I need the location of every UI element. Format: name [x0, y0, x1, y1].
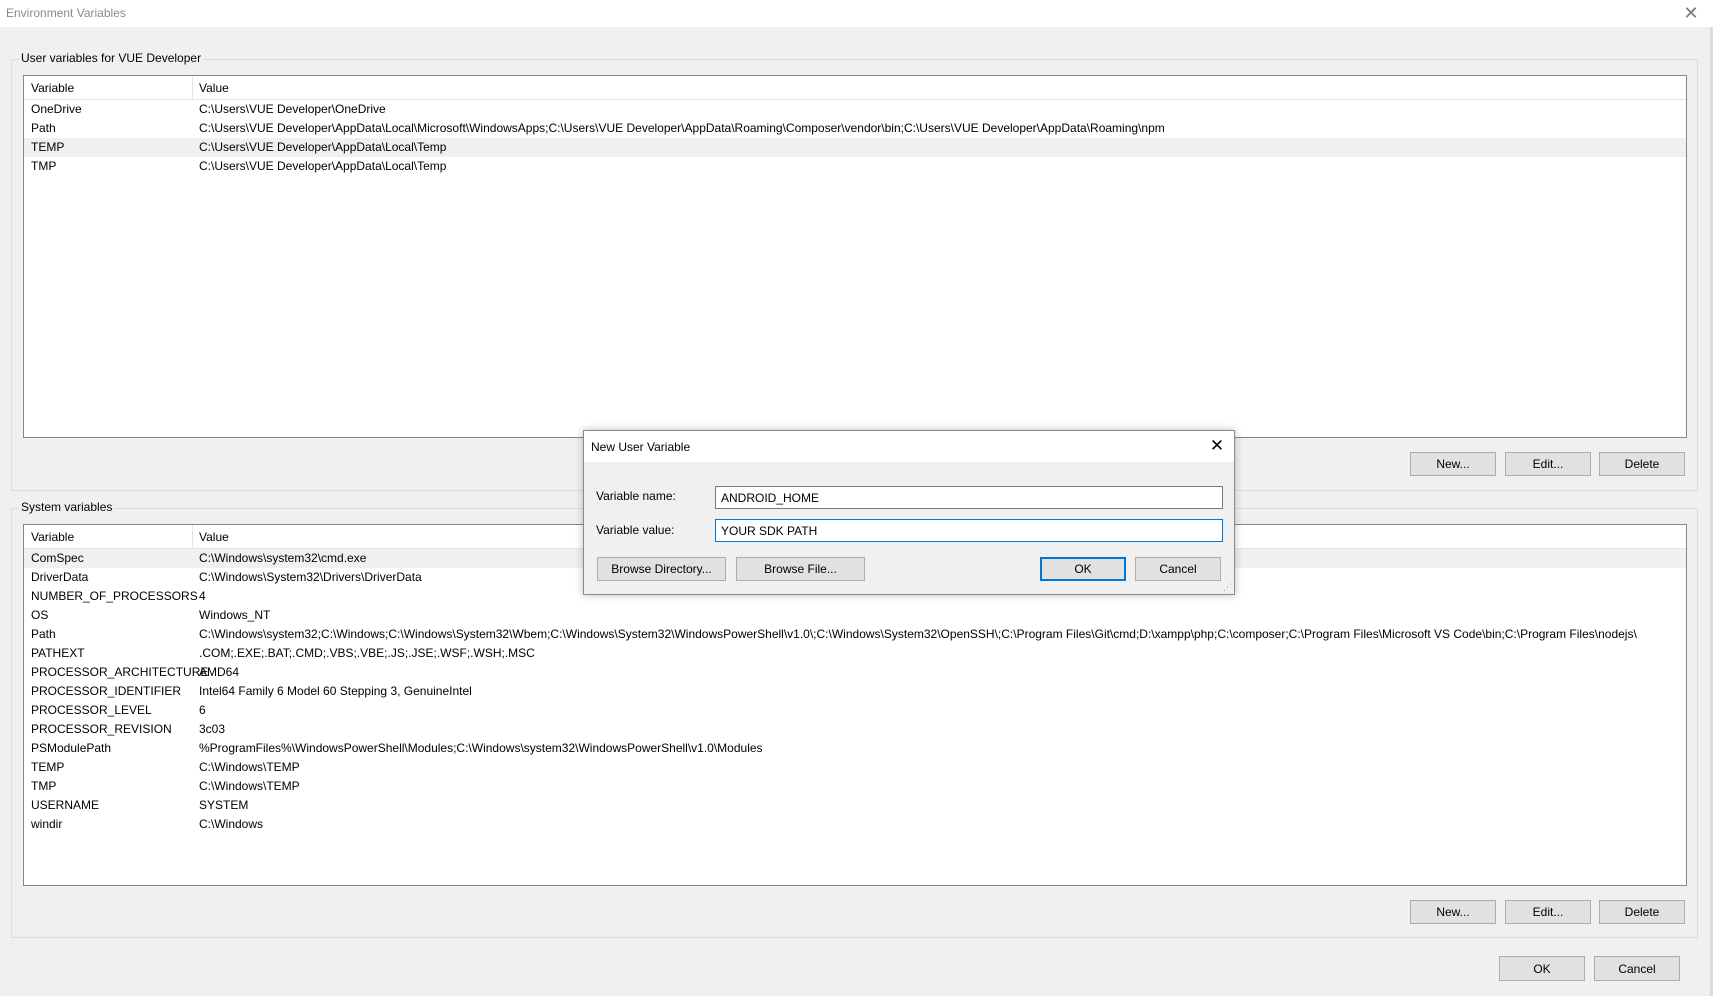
variable-value-cell: 3c03	[199, 722, 226, 736]
user-variables-legend: User variables for VUE Developer	[19, 51, 204, 65]
variable-name-cell: TEMP	[31, 140, 65, 154]
table-row[interactable]: PROCESSOR_ARCHITECTURE AMD64	[24, 663, 1686, 682]
title-bar: Environment Variables ✕	[0, 0, 1713, 27]
variable-value-cell: AMD64	[199, 665, 240, 679]
table-row[interactable]: Path C:\Windows\system32;C:\Windows;C:\Wi…	[24, 625, 1686, 644]
user-edit-button[interactable]: Edit...	[1505, 452, 1591, 476]
variable-value-cell: C:\Windows\system32\cmd.exe	[199, 551, 367, 565]
variable-value-label: Variable value:	[596, 523, 675, 537]
table-row[interactable]: OneDrive C:\Users\VUE Developer\OneDrive	[24, 100, 1686, 119]
variable-value-cell: C:\Windows	[199, 817, 264, 831]
variable-value-cell: SYSTEM	[199, 798, 249, 812]
variable-value-cell: C:\Windows\TEMP	[199, 760, 300, 774]
cancel-button[interactable]: Cancel	[1594, 956, 1680, 981]
dialog-title-bar: New User Variable ✕	[584, 431, 1234, 462]
user-delete-button[interactable]: Delete	[1599, 452, 1685, 476]
list-header: Variable Value	[24, 76, 1686, 100]
dialog-ok-button[interactable]: OK	[1040, 557, 1126, 581]
column-header-variable[interactable]: Variable	[24, 76, 74, 100]
variable-value-cell: Intel64 Family 6 Model 60 Stepping 3, Ge…	[199, 684, 472, 698]
new-user-variable-dialog: New User Variable ✕ Variable name: Varia…	[583, 430, 1235, 595]
variable-name-cell: OS	[31, 608, 49, 622]
table-row[interactable]: PROCESSOR_IDENTIFIER Intel64 Family 6 Mod…	[24, 682, 1686, 701]
column-header-variable[interactable]: Variable	[24, 525, 74, 549]
variable-name-cell: TEMP	[31, 760, 65, 774]
system-edit-button[interactable]: Edit...	[1505, 900, 1591, 924]
variable-name-cell: PSModulePath	[31, 741, 112, 755]
table-row[interactable]: TMP C:\Windows\TEMP	[24, 777, 1686, 796]
table-row[interactable]: PROCESSOR_LEVEL 6	[24, 701, 1686, 720]
user-variables-list[interactable]: Variable Value OneDrive C:\Users\VUE Deve…	[23, 75, 1687, 438]
variable-name-cell: windir	[31, 817, 63, 831]
table-row[interactable]: windir C:\Windows	[24, 815, 1686, 834]
variable-value-cell: C:\Windows\System32\Drivers\DriverData	[199, 570, 422, 584]
variable-name-input[interactable]	[715, 486, 1223, 509]
column-header-value[interactable]: Value	[192, 525, 229, 549]
variable-name-cell: ComSpec	[31, 551, 84, 565]
variable-name-cell: TMP	[31, 159, 57, 173]
variable-value-cell: C:\Users\VUE Developer\AppData\Local\Tem…	[199, 159, 447, 173]
variable-value-cell: .COM;.EXE;.BAT;.CMD;.VBS;.VBE;.JS;.JSE;.…	[199, 646, 535, 660]
variable-name-label: Variable name:	[596, 489, 676, 503]
user-variables-rows: OneDrive C:\Users\VUE Developer\OneDrive P…	[24, 100, 1686, 176]
user-new-button[interactable]: New...	[1410, 452, 1496, 476]
variable-value-cell: 4	[199, 589, 206, 603]
variable-name-cell: NUMBER_OF_PROCESSORS	[31, 589, 198, 603]
window-title: Environment Variables	[6, 6, 126, 20]
close-icon[interactable]: ✕	[1679, 2, 1703, 24]
table-row[interactable]: USERNAME SYSTEM	[24, 796, 1686, 815]
system-new-button[interactable]: New...	[1410, 900, 1496, 924]
variable-name-cell: USERNAME	[31, 798, 100, 812]
table-row[interactable]: OS Windows_NT	[24, 606, 1686, 625]
browse-directory-button[interactable]: Browse Directory...	[597, 557, 726, 581]
close-icon[interactable]: ✕	[1204, 434, 1230, 458]
variable-value-input[interactable]	[715, 519, 1223, 542]
system-variables-legend: System variables	[19, 500, 115, 514]
browse-file-button[interactable]: Browse File...	[736, 557, 865, 581]
environment-variables-window: Environment Variables ✕ User variables f…	[0, 0, 1713, 996]
variable-name-cell: DriverData	[31, 570, 89, 584]
variable-value-cell: C:\Windows\TEMP	[199, 779, 300, 793]
variable-value-cell: Windows_NT	[199, 608, 271, 622]
variable-name-cell: PATHEXT	[31, 646, 85, 660]
table-row[interactable]: TMP C:\Users\VUE Developer\AppData\Local\…	[24, 157, 1686, 176]
table-row[interactable]: PSModulePath %ProgramFiles%\WindowsPowerS…	[24, 739, 1686, 758]
variable-value-cell: C:\Users\VUE Developer\AppData\Local\Tem…	[199, 140, 447, 154]
table-row[interactable]: TEMP C:\Users\VUE Developer\AppData\Local…	[24, 138, 1686, 157]
dialog-title: New User Variable	[591, 440, 691, 454]
variable-name-cell: OneDrive	[31, 102, 82, 116]
variable-name-cell: PROCESSOR_IDENTIFIER	[31, 684, 182, 698]
variable-name-cell: PROCESSOR_ARCHITECTURE	[31, 665, 209, 679]
table-row[interactable]: PATHEXT .COM;.EXE;.BAT;.CMD;.VBS;.VBE;.JS…	[24, 644, 1686, 663]
system-delete-button[interactable]: Delete	[1599, 900, 1685, 924]
variable-value-cell: C:\Users\VUE Developer\AppData\Local\Mic…	[199, 121, 1165, 135]
variable-value-cell: C:\Users\VUE Developer\OneDrive	[199, 102, 386, 116]
dialog-cancel-button[interactable]: Cancel	[1135, 557, 1221, 581]
variable-name-cell: Path	[31, 627, 56, 641]
variable-value-cell: %ProgramFiles%\WindowsPowerShell\Modules…	[199, 741, 763, 755]
variable-name-cell: PROCESSOR_LEVEL	[31, 703, 152, 717]
variable-value-cell: C:\Windows\system32;C:\Windows;C:\Window…	[199, 627, 1637, 641]
variable-name-cell: Path	[31, 121, 56, 135]
resize-grip-icon[interactable]: ⋰	[1222, 582, 1232, 592]
variable-name-cell: TMP	[31, 779, 57, 793]
ok-button[interactable]: OK	[1499, 956, 1585, 981]
table-row[interactable]: Path C:\Users\VUE Developer\AppData\Local…	[24, 119, 1686, 138]
table-row[interactable]: TEMP C:\Windows\TEMP	[24, 758, 1686, 777]
table-row[interactable]: PROCESSOR_REVISION 3c03	[24, 720, 1686, 739]
column-header-value[interactable]: Value	[192, 76, 229, 100]
variable-value-cell: 6	[199, 703, 206, 717]
variable-name-cell: PROCESSOR_REVISION	[31, 722, 172, 736]
